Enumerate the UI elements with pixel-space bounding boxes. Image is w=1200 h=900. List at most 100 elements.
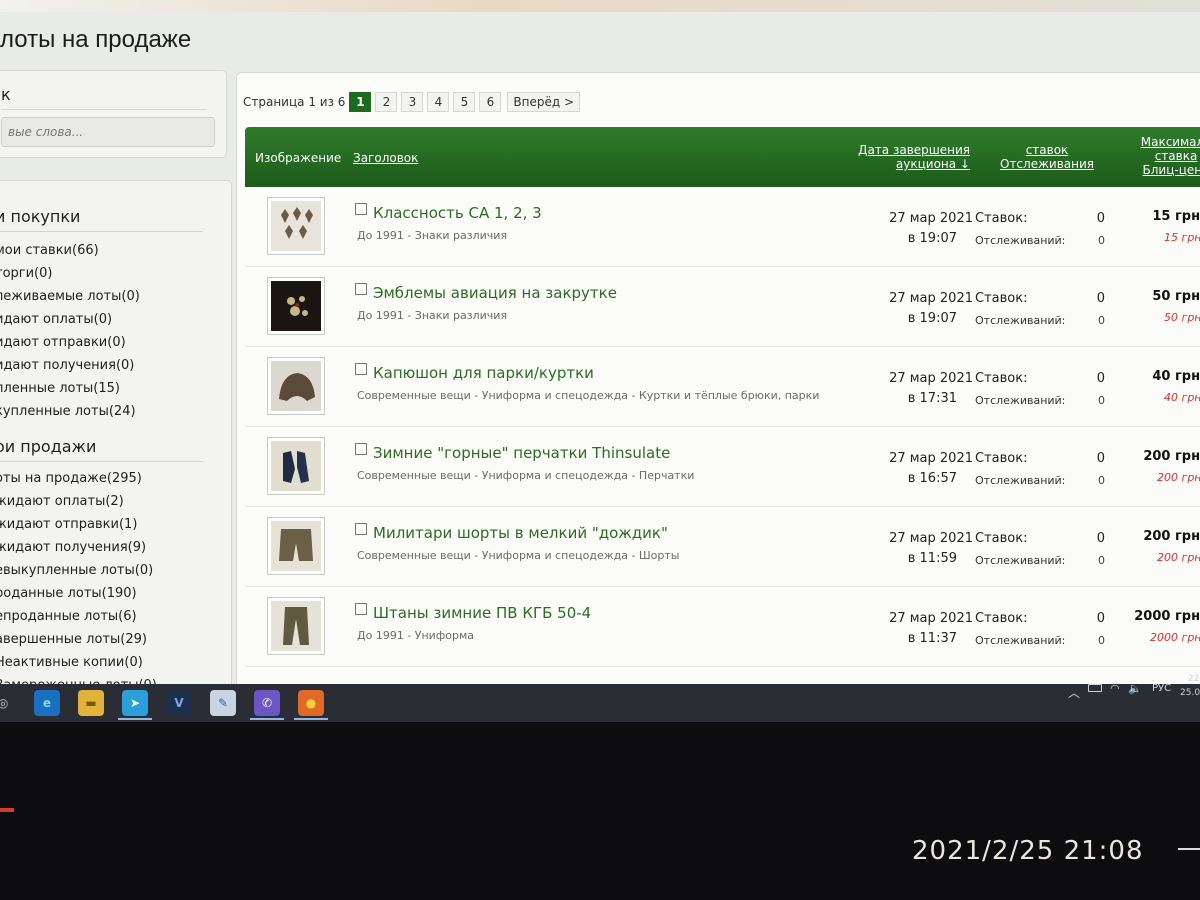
watchers-label: Отслеживаний:	[975, 634, 1066, 647]
column-header-end-date[interactable]: Дата завершения аукциона ↓	[855, 143, 970, 171]
watchers-label: Отслеживаний:	[975, 474, 1066, 487]
lot-photo-icon	[271, 441, 321, 491]
firefox-icon[interactable]: ●	[298, 690, 324, 716]
wifi-icon[interactable]: ◠	[1110, 682, 1120, 695]
bids-label: Ставок:	[975, 611, 1028, 626]
lot-title[interactable]: Капюшон для парки/куртки	[373, 364, 594, 382]
lot-thumbnail[interactable]	[267, 277, 325, 335]
column-header-bids-line1: ставок	[1025, 143, 1069, 157]
lot-checkbox[interactable]	[355, 203, 367, 215]
lot-title[interactable]: Милитари шорты в мелкий "дождик"	[373, 524, 668, 542]
table-row: Эмблемы авиация на закрутке До 1991 - Зна…	[245, 267, 1200, 347]
lot-title[interactable]: Зимние "горные" перчатки Thinsulate	[373, 444, 670, 462]
lot-photo-icon	[271, 601, 321, 651]
lot-category: До 1991 - Униформа	[357, 629, 474, 642]
lot-checkbox[interactable]	[355, 283, 367, 295]
lot-checkbox[interactable]	[355, 603, 367, 615]
sales-menu-item[interactable]: оты на продаже(295)	[0, 471, 142, 486]
sales-menu-item[interactable]: Неактивные копии(0)	[0, 655, 143, 670]
telegram-icon[interactable]: ➤	[122, 690, 148, 716]
column-header-bids[interactable]: ставок Отслеживания	[997, 143, 1097, 171]
purchases-menu-item[interactable]: леживаемые лоты(0)	[0, 289, 140, 304]
purchases-menu-item[interactable]: идают получения(0)	[0, 358, 134, 373]
lot-checkbox[interactable]	[355, 443, 367, 455]
page-button-4[interactable]: 4	[427, 92, 450, 112]
lot-thumbnail[interactable]	[267, 517, 325, 575]
sales-menu-item[interactable]: епроданные лоты(6)	[0, 609, 137, 624]
watchers-count: 0	[1098, 394, 1105, 407]
watchers-count: 0	[1098, 634, 1105, 647]
lot-title[interactable]: Эмблемы авиация на закрутке	[373, 284, 617, 302]
paint-icon[interactable]: ✎	[210, 690, 236, 716]
current-price: 40 грн.	[1152, 369, 1200, 384]
column-header-end-date-line2: аукциона ↓	[895, 157, 970, 171]
page-button-5[interactable]: 5	[453, 92, 476, 112]
battery-icon[interactable]	[1088, 684, 1102, 692]
lot-thumbnail[interactable]	[267, 197, 325, 255]
language-indicator[interactable]: РУС	[1152, 683, 1171, 694]
lot-category: До 1991 - Знаки различия	[357, 229, 508, 242]
purchases-menu-item[interactable]: идают оплаты(0)	[0, 312, 112, 327]
blitz-price: 50 грн.	[1164, 311, 1200, 324]
lot-photo-icon	[271, 361, 321, 411]
blitz-price: 200 грн.	[1157, 551, 1200, 564]
purchases-section-title: и покупки	[0, 207, 81, 226]
lot-checkbox[interactable]	[355, 523, 367, 535]
column-header-end-date-line1: Дата завершения	[858, 143, 970, 157]
pagination: Страница 1 из 6 123456 Вперёд >	[243, 91, 581, 113]
lot-checkbox[interactable]	[355, 363, 367, 375]
lot-thumbnail[interactable]	[267, 357, 325, 415]
lot-title[interactable]: Штаны зимние ПВ КГБ 50-4	[373, 604, 591, 622]
sales-menu-item[interactable]: жидают оплаты(2)	[0, 494, 124, 509]
search-icon[interactable]: ◎	[0, 690, 16, 716]
watchers-label: Отслеживаний:	[975, 394, 1066, 407]
edge-icon[interactable]: e	[34, 690, 60, 716]
watchers-label: Отслеживаний:	[975, 234, 1066, 247]
lot-thumbnail[interactable]	[267, 437, 325, 495]
clock-date[interactable]: 25.0	[1180, 688, 1200, 698]
keyword-search-input[interactable]	[1, 117, 215, 147]
page-title: лоты на продаже	[0, 26, 192, 53]
viber-icon[interactable]: ✆	[254, 690, 280, 716]
blitz-price: 40 грн.	[1164, 391, 1200, 404]
column-header-title[interactable]: Заголовок	[353, 151, 418, 165]
lot-title[interactable]: Классность СА 1, 2, 3	[373, 204, 542, 222]
page-button-6[interactable]: 6	[479, 92, 502, 112]
table-row: Штаны зимние ПВ КГБ 50-4 До 1991 - Унифор…	[245, 587, 1200, 667]
column-header-max-line2: ставка	[1154, 149, 1198, 163]
blitz-price: 15 грн.	[1164, 231, 1200, 244]
vegas-icon[interactable]: V	[166, 690, 192, 716]
divider	[0, 231, 203, 232]
volume-icon[interactable]: 🔈	[1128, 682, 1142, 695]
column-header-max-line1: Максималь	[1140, 135, 1200, 149]
table-row: Зимние "горные" перчатки Thinsulate Совре…	[245, 427, 1200, 507]
pagination-next-button[interactable]: Вперёд >	[507, 92, 581, 112]
clock-time[interactable]: 22	[1188, 674, 1199, 684]
purchases-menu-item[interactable]: торги(0)	[0, 266, 52, 281]
chevron-up-icon[interactable]: ︿	[1068, 684, 1080, 701]
watchers-count: 0	[1098, 314, 1105, 327]
end-time: в 17:31	[907, 391, 957, 406]
sales-menu-item[interactable]: роданные лоты(190)	[0, 586, 137, 601]
photo-timestamp: 2021/2/25 21:08	[912, 836, 1144, 866]
lot-thumbnail[interactable]	[267, 597, 325, 655]
sales-menu-item[interactable]: жидают отправки(1)	[0, 517, 137, 532]
current-price: 15 грн.	[1152, 209, 1200, 224]
purchases-menu-item[interactable]: купленные лоты(24)	[0, 404, 136, 419]
pagination-label: Страница 1 из 6	[243, 95, 346, 109]
column-header-bids-line2: Отслеживания	[1000, 157, 1094, 171]
purchases-menu-item[interactable]: пленные лоты(15)	[0, 381, 120, 396]
sales-menu-item[interactable]: евыкупленные лоты(0)	[0, 563, 153, 578]
account-menu-panel: и покупки мои ставки(66) торги(0) леживаем…	[0, 180, 232, 690]
lots-table-header: Изображение Заголовок Дата завершения ау…	[245, 127, 1200, 187]
sales-menu-item[interactable]: авершенные лоты(29)	[0, 632, 147, 647]
page-button-2[interactable]: 2	[375, 92, 398, 112]
file-explorer-icon[interactable]: ▬	[78, 690, 104, 716]
purchases-menu-item[interactable]: идают отправки(0)	[0, 335, 126, 350]
column-header-max-bid[interactable]: Максималь ставка Блиц-цена	[1131, 135, 1200, 177]
purchases-menu-item[interactable]: мои ставки(66)	[0, 243, 99, 258]
page-button-3[interactable]: 3	[401, 92, 424, 112]
sales-menu-item[interactable]: жидают получения(9)	[0, 540, 146, 555]
bids-count: 0	[1096, 291, 1105, 306]
page-button-1[interactable]: 1	[349, 92, 372, 112]
